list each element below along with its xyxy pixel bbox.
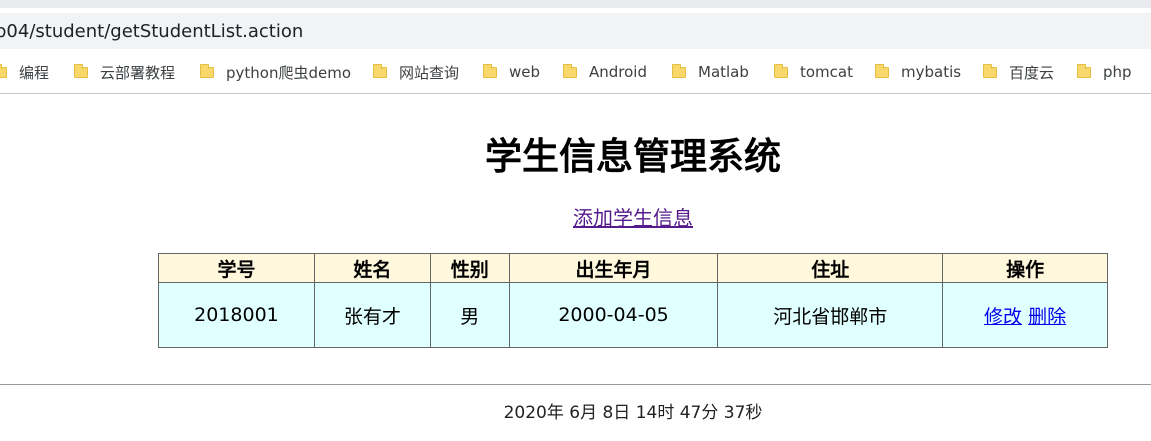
bookmark-label: 云部署教程 bbox=[100, 63, 176, 82]
server-timestamp: 2020年 6月 8日 14时 47分 37秒 bbox=[503, 403, 763, 423]
folder-icon bbox=[563, 63, 577, 78]
bookmark-folder[interactable]: 网站查询 bbox=[373, 54, 459, 90]
delete-link[interactable]: 删除 bbox=[1028, 306, 1066, 328]
column-header-address: 住址 bbox=[717, 253, 944, 283]
bookmarks-bar: 编程 云部署教程 python爬虫demo 网站查询 web Android M… bbox=[0, 54, 1151, 90]
bookmark-folder[interactable]: php bbox=[1077, 54, 1132, 90]
edit-link[interactable]: 修改 bbox=[984, 306, 1022, 328]
bookmark-folder[interactable]: 百度云 bbox=[983, 54, 1054, 90]
address-bar[interactable]: b04/student/getStudentList.action bbox=[0, 13, 1151, 49]
page-title: 学生信息管理系统 bbox=[485, 135, 781, 178]
address-text[interactable]: b04/student/getStudentList.action bbox=[0, 21, 303, 42]
browser-tab-strip bbox=[0, 0, 1151, 8]
column-header-name: 姓名 bbox=[313, 253, 431, 283]
folder-icon bbox=[74, 63, 88, 78]
footer-divider bbox=[0, 384, 1151, 385]
bookmark-label: mybatis bbox=[901, 63, 962, 81]
bookmark-folder[interactable]: 编程 bbox=[0, 54, 49, 90]
column-header-gender: 性别 bbox=[429, 253, 510, 283]
bookmark-folder[interactable]: Matlab bbox=[672, 54, 749, 90]
student-table: 学号 姓名 性别 出生年月 住址 操作 2018001 张有才 男 2000-0… bbox=[158, 253, 1108, 348]
bookmark-folder[interactable]: mybatis bbox=[875, 54, 961, 90]
column-header-id: 学号 bbox=[158, 253, 315, 283]
folder-icon bbox=[875, 63, 889, 78]
cell-student-gender: 男 bbox=[429, 282, 510, 348]
bookmark-label: web bbox=[509, 63, 541, 81]
folder-icon bbox=[983, 63, 997, 78]
column-header-birth: 出生年月 bbox=[508, 253, 719, 283]
cell-student-birth: 2000-04-05 bbox=[508, 282, 719, 348]
cell-student-address: 河北省邯郸市 bbox=[717, 282, 944, 348]
folder-icon bbox=[483, 63, 497, 78]
add-student-link[interactable]: 添加学生信息 bbox=[533, 202, 733, 231]
folder-icon bbox=[774, 63, 788, 78]
cell-actions: 修改 删除 bbox=[942, 282, 1108, 348]
cell-student-name: 张有才 bbox=[313, 282, 431, 348]
bookmarks-divider bbox=[0, 93, 1151, 94]
folder-icon bbox=[200, 63, 214, 78]
bookmark-label: 编程 bbox=[19, 63, 50, 82]
bookmark-label: 网站查询 bbox=[399, 63, 460, 82]
table-header-row: 学号 姓名 性别 出生年月 住址 操作 bbox=[158, 253, 1108, 283]
bookmark-folder[interactable]: 云部署教程 bbox=[74, 54, 175, 90]
cell-student-id: 2018001 bbox=[158, 282, 315, 348]
bookmark-label: 百度云 bbox=[1009, 63, 1055, 82]
column-header-actions: 操作 bbox=[942, 253, 1108, 283]
bookmark-label: Matlab bbox=[698, 63, 749, 81]
table-row: 2018001 张有才 男 2000-04-05 河北省邯郸市 修改 删除 bbox=[158, 282, 1108, 348]
folder-icon bbox=[0, 63, 7, 78]
bookmark-folder[interactable]: tomcat bbox=[774, 54, 853, 90]
bookmark-label: tomcat bbox=[800, 63, 853, 81]
bookmark-folder[interactable]: Android bbox=[563, 54, 647, 90]
bookmark-label: python爬虫demo bbox=[226, 63, 352, 82]
bookmark-folder[interactable]: python爬虫demo bbox=[200, 54, 351, 90]
folder-icon bbox=[672, 63, 686, 78]
folder-icon bbox=[1077, 63, 1091, 78]
bookmark-label: Android bbox=[589, 63, 647, 81]
bookmark-folder[interactable]: web bbox=[483, 54, 540, 90]
bookmark-label: php bbox=[1103, 63, 1132, 81]
folder-icon bbox=[373, 63, 387, 78]
